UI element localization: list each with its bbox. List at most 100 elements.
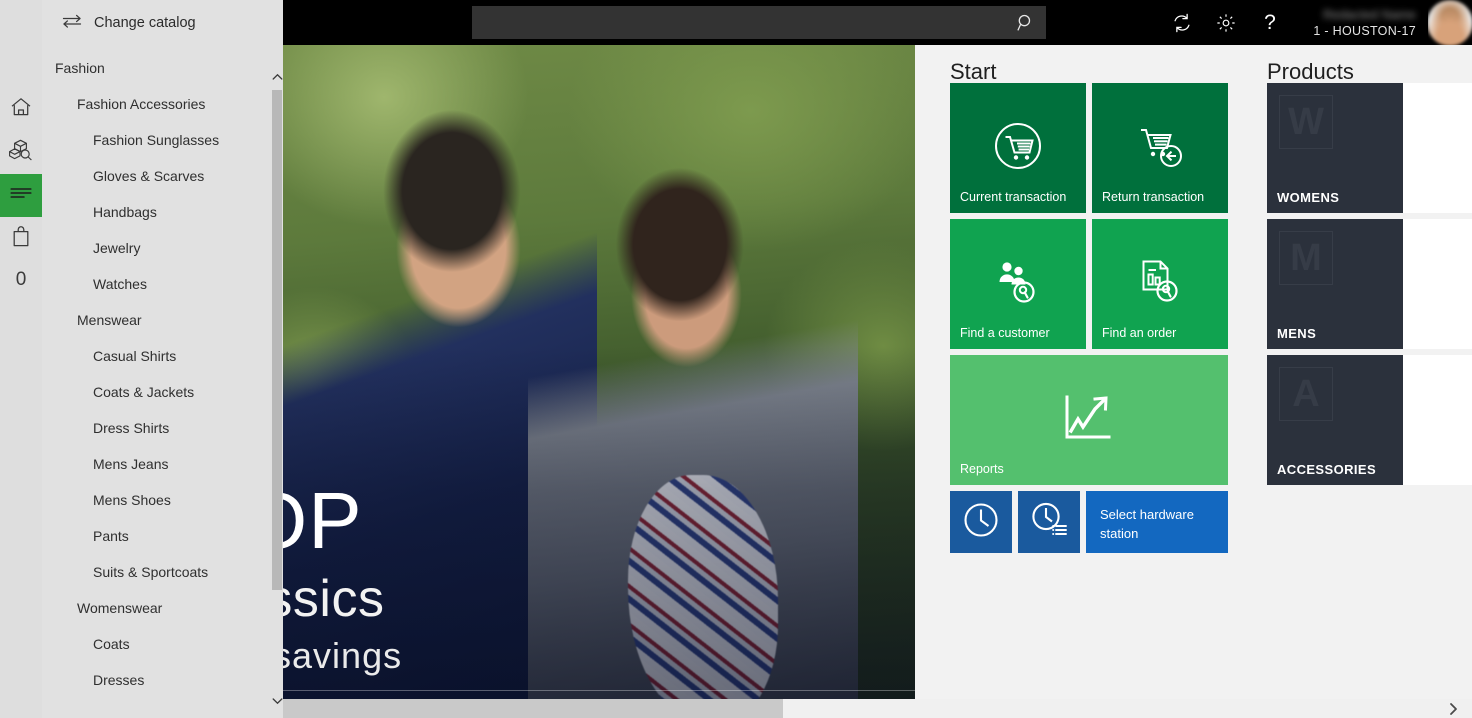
nav-item[interactable]: Casual Shirts — [42, 338, 271, 374]
product-tile-cover: M MENS — [1267, 219, 1403, 349]
hero-tagline: e savings — [283, 635, 403, 676]
horizontal-scroll-thumb[interactable] — [283, 699, 783, 718]
nav-item[interactable]: Dresses — [42, 662, 271, 698]
product-search-icon — [9, 139, 33, 166]
product-initial: A — [1279, 367, 1333, 421]
bottom-bar — [283, 699, 1472, 718]
terminal-id: 1 - HOUSTON-17 — [1313, 23, 1416, 38]
order-search-icon — [1129, 251, 1191, 318]
tile-find-a-customer[interactable]: Find a customer — [950, 219, 1086, 349]
tile-label: Find an order — [1102, 326, 1177, 340]
search-icon[interactable] — [1006, 6, 1046, 39]
product-tile-label: ACCESSORIES — [1277, 462, 1377, 477]
swap-arrows-icon — [62, 14, 82, 33]
svg-text:?: ? — [1264, 11, 1276, 34]
tile-find-an-order[interactable]: Find an order — [1092, 219, 1228, 349]
nav-item[interactable]: Pants — [42, 518, 271, 554]
product-tiles: W WOMENS M MENS A ACCESSORIES — [1267, 83, 1472, 491]
nav-scrollbar[interactable] — [271, 68, 283, 710]
nav-item[interactable]: Womenswear — [42, 590, 271, 626]
nav-item[interactable]: Fashion Accessories — [42, 86, 271, 122]
product-tile-accessories[interactable]: A ACCESSORIES — [1267, 355, 1472, 485]
product-tile-photo — [1403, 219, 1472, 349]
start-tiles: Current transaction Return transaction F… — [950, 83, 1240, 559]
gear-icon[interactable] — [1204, 0, 1248, 45]
user-info[interactable]: Redacted Name 1 - HOUSTON-17 — [1292, 0, 1428, 45]
tile-label: Select hardware station — [1100, 507, 1194, 541]
nav-item[interactable]: Jewelry — [42, 230, 271, 266]
change-catalog-button[interactable]: Change catalog — [62, 6, 204, 40]
clock-icon — [960, 499, 1002, 546]
tile-return-transaction[interactable]: Return transaction — [1092, 83, 1228, 213]
nav-item[interactable]: Fashion Sunglasses — [42, 122, 271, 158]
nav-item[interactable]: Mens Shoes — [42, 482, 271, 518]
product-tile-photo — [1403, 83, 1472, 213]
nav-item[interactable]: Coats & Jackets — [42, 374, 271, 410]
nav-header: Change catalog — [0, 0, 283, 46]
tile-label: Current transaction — [960, 190, 1067, 204]
chevron-down-icon[interactable] — [271, 694, 283, 708]
nav-item[interactable]: Handbags — [42, 194, 271, 230]
catalog-category-list[interactable]: Fashion Fashion Accessories Fashion Sungla… — [42, 50, 271, 710]
customer-search-icon — [987, 251, 1049, 318]
search-bar[interactable] — [472, 6, 1046, 39]
refresh-icon[interactable] — [1160, 0, 1204, 45]
hero-divider — [283, 690, 915, 691]
left-icon-rail: 0 — [0, 0, 42, 718]
top-bar-actions: ? Redacted Name 1 - HOUSTON-17 — [1160, 0, 1472, 45]
chevron-right-icon[interactable] — [1435, 699, 1472, 718]
tile-select-hardware-station[interactable]: Select hardware station — [1086, 491, 1228, 553]
product-tile-cover: A ACCESSORIES — [1267, 355, 1403, 485]
nav-item[interactable]: Menswear — [42, 302, 271, 338]
chart-arrow-icon — [1054, 387, 1124, 454]
home-icon — [10, 97, 32, 122]
nav-item[interactable]: Dress Shirts — [42, 410, 271, 446]
nav-item[interactable]: Mens Jeans — [42, 446, 271, 482]
start-tile-row-2: Find a customer Find an order — [950, 219, 1240, 349]
chevron-up-icon[interactable] — [271, 70, 283, 84]
nav-item[interactable]: Suits & Sportcoats — [42, 554, 271, 590]
hero-text-block: OP assics e savings — [283, 475, 915, 681]
start-tile-row-1: Current transaction Return transaction — [950, 83, 1240, 213]
sidebar-item-cart[interactable] — [0, 217, 42, 260]
avatar[interactable] — [1428, 0, 1472, 45]
cart-item-count: 0 — [15, 269, 27, 290]
product-tile-cover: W WOMENS — [1267, 83, 1403, 213]
tile-time-clock[interactable] — [950, 491, 1012, 553]
sidebar-item-home[interactable] — [0, 88, 42, 131]
hero-headline: OP — [283, 476, 363, 565]
shopping-bag-icon — [12, 225, 30, 252]
tile-label: Return transaction — [1102, 190, 1205, 204]
sidebar-item-catalog[interactable] — [0, 174, 42, 217]
tile-label: Reports — [960, 462, 1004, 476]
hero-subheadline: assics — [283, 570, 385, 628]
catalog-nav-panel: Change catalog Fashion Fashion Accessorie… — [0, 0, 283, 718]
start-tile-row-3: Reports — [950, 355, 1240, 485]
avatar-image — [1428, 0, 1472, 45]
tile-reports[interactable]: Reports — [950, 355, 1228, 485]
tile-current-transaction[interactable]: Current transaction — [950, 83, 1086, 213]
product-tile-mens[interactable]: M MENS — [1267, 219, 1472, 349]
list-lines-icon — [10, 186, 32, 205]
nav-item[interactable]: Coats — [42, 626, 271, 662]
change-catalog-label: Change catalog — [94, 15, 196, 31]
start-tile-row-4: Select hardware station — [950, 491, 1240, 553]
search-input[interactable] — [472, 6, 1006, 39]
product-initial: W — [1279, 95, 1333, 149]
cart-circle-icon — [987, 115, 1049, 182]
nav-scroll-thumb[interactable] — [272, 90, 282, 590]
question-mark-icon[interactable]: ? — [1248, 0, 1292, 45]
user-name: Redacted Name — [1323, 7, 1416, 22]
top-bar: ? Redacted Name 1 - HOUSTON-17 — [283, 0, 1472, 45]
nav-item[interactable]: Gloves & Scarves — [42, 158, 271, 194]
tile-label: Find a customer — [960, 326, 1050, 340]
nav-item[interactable]: Watches — [42, 266, 271, 302]
product-tile-womens[interactable]: W WOMENS — [1267, 83, 1472, 213]
nav-item[interactable]: Fashion — [42, 50, 271, 86]
product-tile-label: MENS — [1277, 326, 1317, 341]
start-panel: Start Current transaction Return transac… — [915, 45, 1255, 699]
sidebar-item-product-search[interactable] — [0, 131, 42, 174]
horizontal-scrollbar[interactable] — [283, 699, 1435, 718]
tile-time-clock-entries[interactable] — [1018, 491, 1080, 553]
product-initial: M — [1279, 231, 1333, 285]
